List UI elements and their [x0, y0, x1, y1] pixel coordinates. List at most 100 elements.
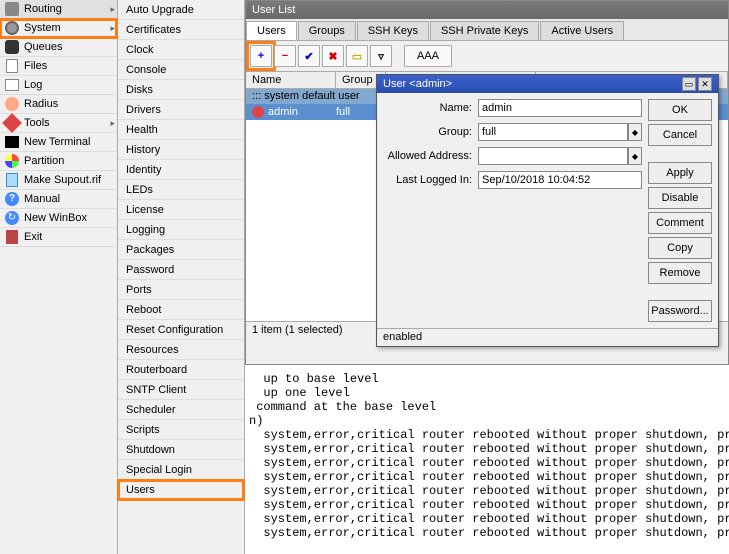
submenu-item-special-login[interactable]: Special Login: [118, 460, 244, 480]
last-logged-in-label: Last Logged In:: [383, 174, 478, 186]
sidebar-item-routing[interactable]: Routing ▸: [0, 0, 117, 19]
submenu-item-resources[interactable]: Resources: [118, 340, 244, 360]
aaa-button[interactable]: AAA: [404, 45, 452, 67]
cancel-button[interactable]: Cancel: [648, 124, 712, 146]
winbox-icon: ↻: [4, 210, 20, 226]
submenu-item-auto-upgrade[interactable]: Auto Upgrade: [118, 0, 244, 20]
dialog-title-bar[interactable]: User <admin> ▭ ✕: [377, 75, 718, 93]
sidebar-item-new-winbox[interactable]: ↻ New WinBox: [0, 209, 117, 228]
submenu-item-drivers[interactable]: Drivers: [118, 100, 244, 120]
submenu-item-password[interactable]: Password: [118, 260, 244, 280]
tab-active-users[interactable]: Active Users: [540, 21, 624, 40]
submenu-item-license[interactable]: License: [118, 200, 244, 220]
submenu-item-logging[interactable]: Logging: [118, 220, 244, 240]
submenu-item-shutdown[interactable]: Shutdown: [118, 440, 244, 460]
sidebar-item-system[interactable]: System ▸: [0, 19, 117, 38]
dialog-title-text: User <admin>: [383, 75, 452, 93]
exit-icon: [4, 229, 20, 245]
route-icon: [4, 1, 20, 17]
radius-icon: [4, 96, 20, 112]
group-dropdown-icon[interactable]: ◆: [628, 123, 642, 141]
sidebar-label: Tools: [24, 117, 50, 129]
copy-button[interactable]: Copy: [648, 237, 712, 259]
sidebar-item-partition[interactable]: Partition: [0, 152, 117, 171]
partition-icon: [4, 153, 20, 169]
sidebar-item-radius[interactable]: Radius: [0, 95, 117, 114]
remove-button[interactable]: Remove: [648, 262, 712, 284]
tab-ssh-private-keys[interactable]: SSH Private Keys: [430, 21, 539, 40]
tab-ssh-keys[interactable]: SSH Keys: [357, 21, 429, 40]
sidebar-item-manual[interactable]: ? Manual: [0, 190, 117, 209]
allowed-address-label: Allowed Address:: [383, 150, 478, 162]
apply-button[interactable]: Apply: [648, 162, 712, 184]
sidebar-label: Partition: [24, 155, 64, 167]
sidebar-label: New Terminal: [24, 136, 90, 148]
sidebar-item-tools[interactable]: Tools ▸: [0, 114, 117, 133]
submenu-item-leds[interactable]: LEDs: [118, 180, 244, 200]
group-input[interactable]: [478, 123, 628, 141]
sidebar-label: Manual: [24, 193, 60, 205]
submenu-item-routerboard[interactable]: Routerboard: [118, 360, 244, 380]
user-icon: [252, 106, 264, 118]
tab-groups[interactable]: Groups: [298, 21, 356, 40]
supout-icon: [4, 172, 20, 188]
submenu-item-reset-configuration[interactable]: Reset Configuration: [118, 320, 244, 340]
comment-button[interactable]: ▭: [346, 45, 368, 67]
sidebar-label: Log: [24, 79, 42, 91]
sidebar-item-supout[interactable]: Make Supout.rif: [0, 171, 117, 190]
name-input[interactable]: [478, 99, 642, 117]
sidebar-label: Exit: [24, 231, 42, 243]
submenu-item-disks[interactable]: Disks: [118, 80, 244, 100]
sidebar-item-log[interactable]: Log: [0, 76, 117, 95]
submenu-item-clock[interactable]: Clock: [118, 40, 244, 60]
group-label: Group:: [383, 126, 478, 138]
submenu-item-console[interactable]: Console: [118, 60, 244, 80]
sidebar-label: Make Supout.rif: [24, 174, 101, 186]
submenu-item-scripts[interactable]: Scripts: [118, 420, 244, 440]
main-sidebar: Routing ▸ System ▸ Queues Files Log Radi…: [0, 0, 118, 554]
cell-name: admin: [246, 106, 336, 118]
submenu-item-health[interactable]: Health: [118, 120, 244, 140]
add-button[interactable]: +: [250, 45, 272, 67]
submenu-item-history[interactable]: History: [118, 140, 244, 160]
submenu-item-reboot[interactable]: Reboot: [118, 300, 244, 320]
dialog-status: enabled: [377, 328, 718, 346]
remove-button[interactable]: −: [274, 45, 296, 67]
submenu-item-ports[interactable]: Ports: [118, 280, 244, 300]
submenu-item-sntp-client[interactable]: SNTP Client: [118, 380, 244, 400]
submenu-item-packages[interactable]: Packages: [118, 240, 244, 260]
submenu-item-identity[interactable]: Identity: [118, 160, 244, 180]
column-name[interactable]: Name: [246, 72, 336, 88]
disable-button[interactable]: Disable: [648, 187, 712, 209]
terminal-output[interactable]: up to base level up one level command at…: [245, 370, 729, 554]
system-submenu: Auto UpgradeCertificatesClockConsoleDisk…: [118, 0, 245, 554]
sidebar-item-exit[interactable]: Exit: [0, 228, 117, 247]
filter-button[interactable]: ▿: [370, 45, 392, 67]
sidebar-label: Routing: [24, 3, 62, 15]
sidebar-label: Radius: [24, 98, 58, 110]
disable-button[interactable]: ✖: [322, 45, 344, 67]
comment-button[interactable]: Comment: [648, 212, 712, 234]
sidebar-item-queues[interactable]: Queues: [0, 38, 117, 57]
sidebar-item-files[interactable]: Files: [0, 57, 117, 76]
submenu-item-users[interactable]: Users: [118, 480, 244, 500]
password--button[interactable]: Password...: [648, 300, 712, 322]
sidebar-item-new-terminal[interactable]: New Terminal: [0, 133, 117, 152]
submenu-item-certificates[interactable]: Certificates: [118, 20, 244, 40]
dialog-button-column: OK Cancel Apply Disable Comment Copy Remove Pas…: [648, 99, 712, 322]
tab-users[interactable]: Users: [246, 21, 297, 40]
sidebar-label: Files: [24, 60, 47, 72]
minimize-icon[interactable]: ▭: [682, 77, 696, 91]
submenu-item-scheduler[interactable]: Scheduler: [118, 400, 244, 420]
enable-button[interactable]: ✔: [298, 45, 320, 67]
allowed-address-dropdown-icon[interactable]: ◆: [628, 147, 642, 165]
close-icon[interactable]: ✕: [698, 77, 712, 91]
chevron-right-icon: ▸: [110, 118, 115, 129]
sidebar-label: New WinBox: [24, 212, 87, 224]
ok-button[interactable]: OK: [648, 99, 712, 121]
tabs: UsersGroupsSSH KeysSSH Private KeysActiv…: [246, 19, 728, 41]
user-edit-dialog: User <admin> ▭ ✕ Name: Group: ◆ Allowed …: [376, 74, 719, 347]
files-icon: [4, 58, 20, 74]
window-title: User List: [246, 1, 728, 19]
allowed-address-input[interactable]: [478, 147, 628, 165]
